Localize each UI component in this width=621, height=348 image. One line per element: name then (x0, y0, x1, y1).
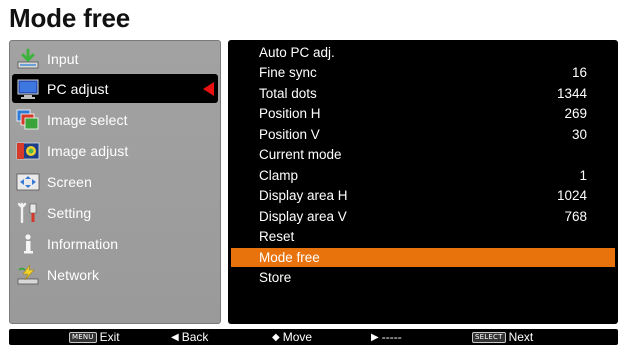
submenu-item-total-dots[interactable]: Total dots 1344 (231, 84, 615, 103)
submenu-item-value: 768 (564, 208, 587, 224)
hint-back: ◀ Back (171, 329, 208, 345)
submenu-panel: Auto PC adj. Fine sync 16 Total dots 134… (228, 40, 618, 324)
submenu-item-fine-sync[interactable]: Fine sync 16 (231, 64, 615, 83)
submenu-item-label: Display area V (259, 208, 347, 224)
input-icon (15, 47, 41, 71)
menu-item-screen[interactable]: Screen (12, 167, 218, 196)
submenu-item-position-h[interactable]: Position H 269 (231, 105, 615, 124)
submenu-item-value: 1 (579, 167, 587, 183)
menu-item-setting[interactable]: Setting (12, 198, 218, 227)
submenu-item-mode-free[interactable]: Mode free (231, 248, 615, 267)
menu-item-label: PC adjust (47, 80, 109, 97)
submenu-item-store[interactable]: Store (231, 269, 615, 288)
submenu-item-label: Store (259, 270, 292, 286)
main-menu: Input PC adjust Image select Image adjus… (9, 40, 221, 324)
submenu-item-label: Fine sync (259, 65, 317, 81)
submenu-item-label: Reset (259, 229, 295, 245)
hint-back-label: Back (181, 330, 209, 344)
menu-item-label: Network (47, 266, 100, 283)
submenu-item-auto-pc-adj[interactable]: Auto PC adj. (231, 43, 615, 62)
information-icon (15, 232, 41, 256)
submenu-item-clamp[interactable]: Clamp 1 (231, 166, 615, 185)
submenu-item-value: 30 (571, 126, 587, 142)
menu-item-label: Image select (47, 111, 128, 128)
submenu-item-label: Position V (259, 126, 320, 142)
right-arrow-icon: ▶ (371, 331, 379, 343)
submenu-item-position-v[interactable]: Position V 30 (231, 125, 615, 144)
submenu-item-reset[interactable]: Reset (231, 228, 615, 247)
selection-pointer-icon (203, 82, 214, 96)
screen-icon (15, 170, 41, 194)
select-key-icon: SELECT (472, 331, 506, 343)
hint-exit: MENU Exit (69, 329, 120, 345)
submenu-item-label: Clamp (259, 167, 299, 183)
menu-key-icon: MENU (69, 331, 97, 343)
image-adjust-icon (15, 139, 41, 163)
pc-adjust-icon (15, 77, 41, 101)
submenu-item-value: 1344 (556, 85, 587, 101)
submenu-item-label: Display area H (259, 188, 348, 204)
back-arrow-icon: ◀ (171, 331, 179, 343)
hint-move-label: Move (282, 330, 313, 344)
submenu-item-label: Position H (259, 106, 321, 122)
hint-right-label: ----- (381, 330, 402, 344)
network-icon (15, 263, 41, 287)
hint-exit-label: Exit (99, 330, 120, 344)
move-arrows-icon: ◆ (272, 331, 280, 343)
menu-item-input[interactable]: Input (12, 44, 218, 73)
hint-move: ◆ Move (272, 329, 312, 345)
menu-item-image-adjust[interactable]: Image adjust (12, 136, 218, 165)
menu-item-label: Image adjust (47, 142, 129, 159)
page-title: Mode free (9, 3, 131, 33)
submenu-item-display-area-v[interactable]: Display area V 768 (231, 207, 615, 226)
menu-item-label: Information (47, 235, 119, 252)
menu-item-network[interactable]: Network (12, 260, 218, 289)
hint-right: ▶ ----- (371, 329, 402, 345)
menu-item-image-select[interactable]: Image select (12, 105, 218, 134)
submenu-item-value: 16 (571, 65, 587, 81)
submenu-item-label: Mode free (259, 249, 320, 265)
hint-next-label: Next (508, 330, 534, 344)
setting-icon (15, 201, 41, 225)
submenu-item-current-mode[interactable]: Current mode (231, 146, 615, 165)
menu-item-label: Input (47, 50, 79, 67)
image-select-icon (15, 108, 41, 132)
submenu-item-label: Current mode (259, 147, 342, 163)
submenu-item-value: 1024 (556, 188, 587, 204)
menu-item-label: Setting (47, 204, 92, 221)
menu-item-information[interactable]: Information (12, 229, 218, 258)
submenu-item-label: Total dots (259, 85, 317, 101)
menu-item-pc-adjust[interactable]: PC adjust (12, 74, 218, 103)
menu-item-label: Screen (47, 173, 92, 190)
submenu-item-value: 269 (564, 106, 587, 122)
submenu-item-label: Auto PC adj. (259, 44, 335, 60)
submenu-item-display-area-h[interactable]: Display area H 1024 (231, 187, 615, 206)
status-bar: MENU Exit ◀ Back ◆ Move ▶ ----- SELECT N… (9, 329, 618, 345)
hint-next: SELECT Next (472, 329, 533, 345)
